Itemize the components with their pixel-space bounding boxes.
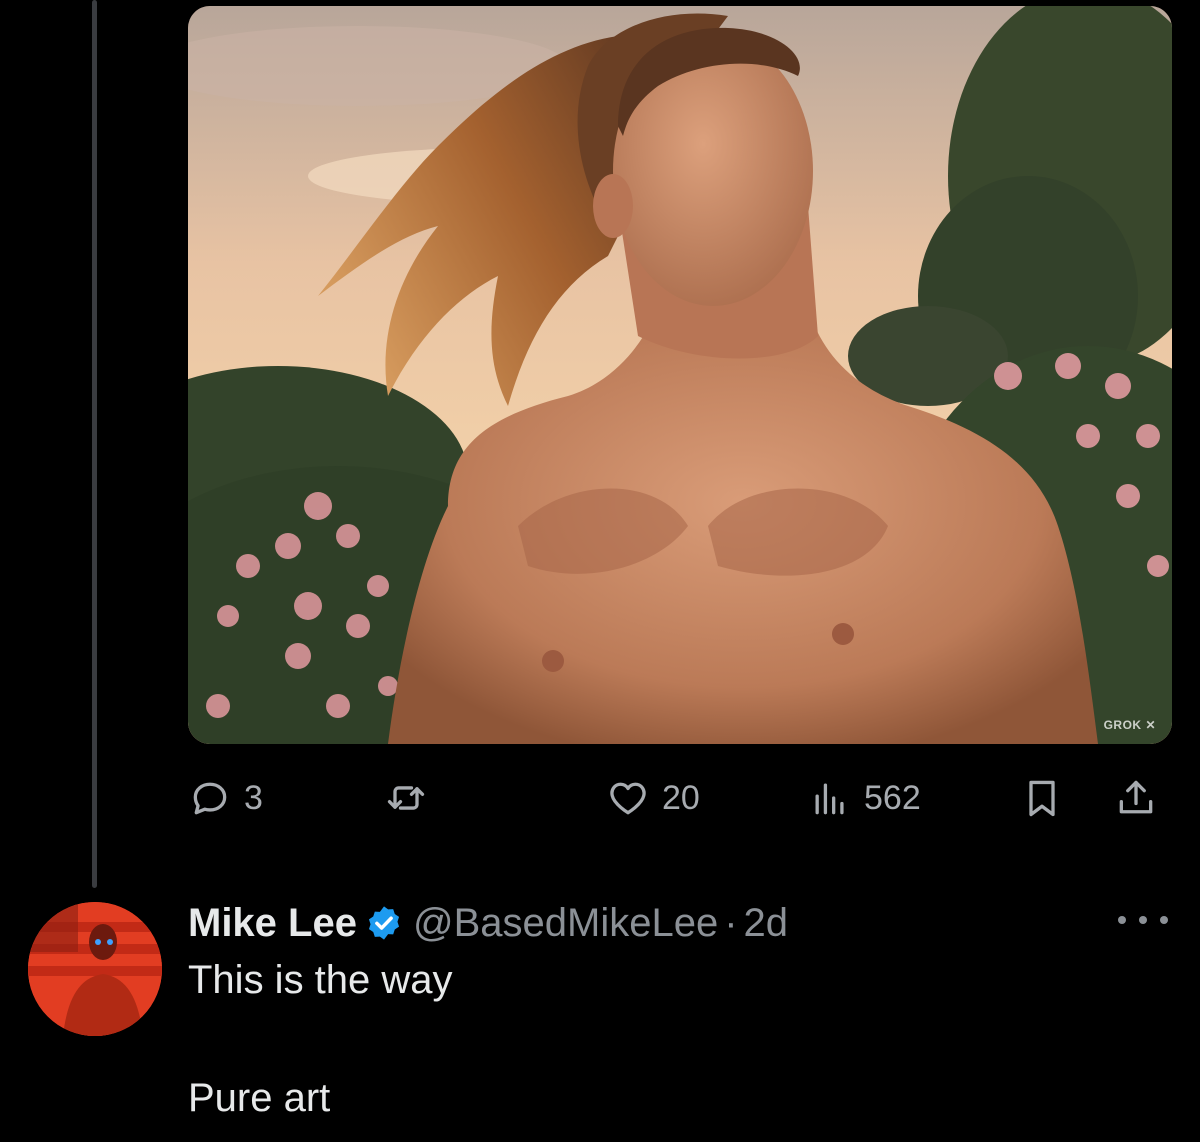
- views-button[interactable]: 562: [808, 768, 921, 828]
- views-icon: [815, 783, 844, 815]
- media-illustration: [188, 6, 1172, 744]
- heart-icon: [610, 782, 646, 815]
- timestamp[interactable]: 2d: [744, 901, 789, 946]
- share-button[interactable]: [1114, 768, 1158, 828]
- retweet-icon: [387, 786, 425, 810]
- bookmark-button[interactable]: [1020, 768, 1064, 828]
- reply-count: 3: [244, 778, 263, 817]
- avatar[interactable]: [28, 902, 162, 1036]
- reply-button[interactable]: 3: [188, 768, 263, 828]
- reply-text-line: This is the way: [188, 958, 453, 1002]
- avatar-image: [28, 902, 162, 1036]
- tweet-action-bar: 3 20 562: [188, 768, 1172, 828]
- tweet-media-image[interactable]: GROK ✕: [188, 6, 1172, 744]
- verified-badge-icon: [368, 906, 400, 940]
- reply-icon: [193, 782, 227, 815]
- author-handle[interactable]: @BasedMikeLee: [413, 901, 718, 946]
- retweet-button[interactable]: [384, 768, 440, 828]
- more-options-button[interactable]: [1118, 905, 1168, 935]
- grok-watermark: GROK ✕: [1103, 718, 1156, 732]
- more-dot-icon: [1118, 916, 1126, 924]
- thread-connector-line: [92, 0, 97, 888]
- more-dot-icon: [1160, 916, 1168, 924]
- author-name[interactable]: Mike Lee: [188, 901, 357, 946]
- share-icon: [1119, 780, 1153, 814]
- like-count: 20: [662, 778, 700, 817]
- like-button[interactable]: 20: [606, 768, 700, 828]
- more-dot-icon: [1139, 916, 1147, 924]
- reply-text-line: Pure art: [188, 1076, 331, 1120]
- tweet-thread-view: GROK ✕ 3 20 562 Mike Lee @BasedMikeLee ·…: [0, 0, 1200, 1142]
- xai-logo-icon: ✕: [1145, 718, 1156, 732]
- views-count: 562: [864, 778, 921, 817]
- bookmark-icon: [1029, 780, 1055, 817]
- reply-header: Mike Lee @BasedMikeLee · 2d: [188, 894, 788, 952]
- separator-dot: ·: [724, 900, 738, 945]
